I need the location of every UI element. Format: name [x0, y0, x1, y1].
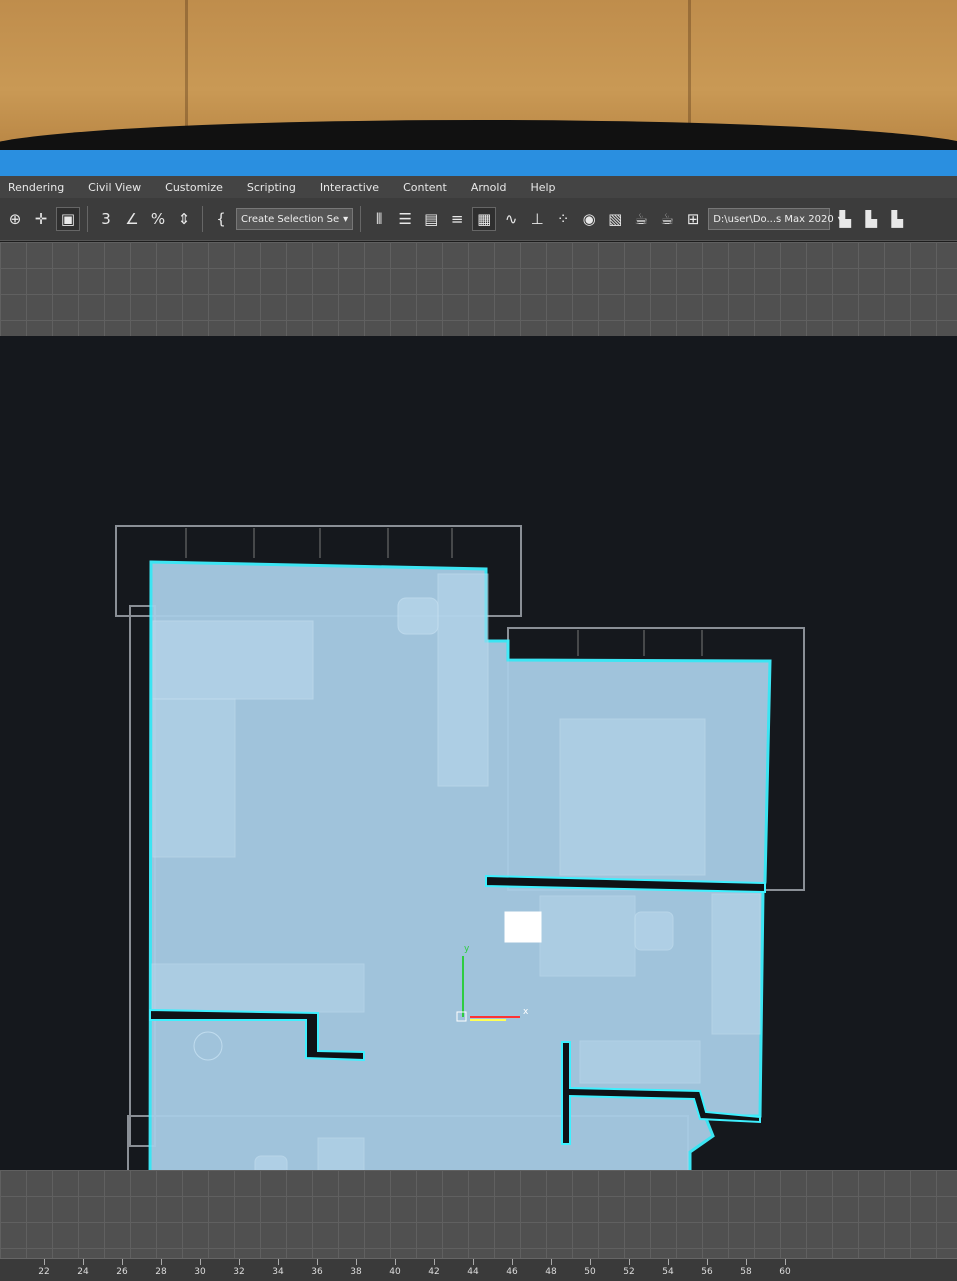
scene-explorer-icon[interactable]: ▤: [420, 208, 442, 230]
ruler-label: 54: [662, 1267, 674, 1277]
render-production-icon[interactable]: ☕: [656, 208, 678, 230]
snap-toggle-icon[interactable]: ⊕: [4, 208, 26, 230]
ruler-label: 38: [350, 1267, 362, 1277]
ruler-label: 40: [389, 1267, 401, 1277]
ruler-label: 24: [77, 1267, 89, 1277]
dope-sheet-icon[interactable]: ⊥: [526, 208, 548, 230]
ruler-label: 36: [311, 1267, 323, 1277]
menu-bar: Rendering Civil View Customize Scripting…: [0, 176, 957, 198]
menu-help[interactable]: Help: [522, 181, 571, 194]
toolbar-separator: [360, 206, 362, 232]
ruler-label: 22: [38, 1267, 50, 1277]
menu-interactive[interactable]: Interactive: [312, 181, 395, 194]
menu-civil-view[interactable]: Civil View: [80, 181, 157, 194]
render-iterative-icon[interactable]: ⊞: [682, 208, 704, 230]
ruler-label: 58: [740, 1267, 752, 1277]
top-viewport[interactable]: y x: [0, 336, 957, 1172]
menu-rendering[interactable]: Rendering: [0, 181, 80, 194]
chevron-down-icon: ▾: [343, 213, 349, 225]
ruler-tick: [512, 1259, 513, 1265]
edit-named-selection-icon[interactable]: {: [210, 208, 232, 230]
selection-set-dropdown[interactable]: Create Selection Se ▾: [236, 208, 354, 230]
timeline-ruler[interactable]: 22 24 26 28 30 32 34 36 38 40 42 44 46 48 50 52 54 56 58 60: [0, 1258, 957, 1281]
project-path-label: D:\user\Do...s Max 2020: [713, 213, 834, 225]
ruler-tick: [356, 1259, 357, 1265]
render-setup-icon[interactable]: ▧: [604, 208, 626, 230]
ruler-label: 56: [701, 1267, 713, 1277]
select-link-icon[interactable]: ▣: [56, 207, 80, 231]
ribbon-toggle-icon[interactable]: ▦: [472, 207, 497, 231]
ruler-label: 26: [116, 1267, 128, 1277]
viewport-grid-bottom: [0, 1170, 957, 1260]
ruler-label: 44: [467, 1267, 479, 1277]
snap-3d-icon[interactable]: 3: [95, 208, 117, 230]
ruler-label: 50: [584, 1267, 596, 1277]
ruler-tick: [239, 1259, 240, 1265]
ruler-tick: [590, 1259, 591, 1265]
rendered-frame-window-icon[interactable]: ☕: [630, 208, 652, 230]
ruler-tick: [707, 1259, 708, 1265]
ruler-label: 42: [428, 1267, 440, 1277]
ruler-tick: [83, 1259, 84, 1265]
ruler-tick: [473, 1259, 474, 1265]
ruler-tick: [785, 1259, 786, 1265]
ruler-tick: [122, 1259, 123, 1265]
ruler-tick: [161, 1259, 162, 1265]
menu-content[interactable]: Content: [395, 181, 463, 194]
ruler-tick: [200, 1259, 201, 1265]
curve-editor-icon[interactable]: ∿: [500, 208, 522, 230]
spinner-snap-icon[interactable]: ⇕: [173, 208, 195, 230]
toolbar-separator: [202, 206, 203, 232]
viewport-grid-top: [0, 242, 957, 337]
angle-snap-icon[interactable]: ∠: [121, 208, 143, 230]
material-editor-icon[interactable]: ◉: [578, 208, 600, 230]
project-folder-icon[interactable]: ▙: [860, 208, 882, 230]
layer-explorer-icon[interactable]: ≡: [446, 208, 468, 230]
project-folder-icon[interactable]: ▙: [886, 208, 908, 230]
ruler-tick: [317, 1259, 318, 1265]
project-folder-icon[interactable]: ▙: [834, 208, 856, 230]
wall-seam: [185, 0, 188, 140]
ruler-tick: [629, 1259, 630, 1265]
app-window: Rendering Civil View Customize Scripting…: [0, 150, 957, 1281]
move-icon[interactable]: ✛: [30, 208, 52, 230]
ruler-tick: [44, 1259, 45, 1265]
ruler-label: 30: [194, 1267, 206, 1277]
align-icon[interactable]: ☰: [394, 208, 416, 230]
menu-customize[interactable]: Customize: [157, 181, 239, 194]
toolbar-separator: [87, 206, 88, 232]
ruler-label: 32: [233, 1267, 245, 1277]
ruler-tick: [278, 1259, 279, 1265]
selection-set-label: Create Selection Se: [241, 213, 340, 225]
ruler-tick: [551, 1259, 552, 1265]
gizmo-x-label: x: [523, 1007, 529, 1017]
gizmo-y-label: y: [464, 944, 470, 954]
floorplan-drawing: y x: [115, 525, 805, 1172]
ruler-tick: [668, 1259, 669, 1265]
wall-seam: [688, 0, 691, 140]
main-toolbar: ⊕ ✛ ▣ 3 ∠ % ⇕ { Create Selection Se ▾ ⫴ …: [0, 198, 957, 241]
ruler-tick: [395, 1259, 396, 1265]
project-path-dropdown[interactable]: D:\user\Do...s Max 2020 ▾: [708, 208, 843, 230]
ruler-tick: [434, 1259, 435, 1265]
ruler-label: 60: [779, 1267, 791, 1277]
ruler-label: 52: [623, 1267, 635, 1277]
ruler-label: 34: [272, 1267, 284, 1277]
percent-snap-icon[interactable]: %: [147, 208, 169, 230]
mirror-icon[interactable]: ⫴: [368, 208, 390, 230]
ruler-label: 46: [506, 1267, 518, 1277]
ruler-label: 48: [545, 1267, 557, 1277]
ruler-label: 28: [155, 1267, 167, 1277]
menu-arnold[interactable]: Arnold: [463, 181, 523, 194]
schematic-view-icon[interactable]: ⁘: [552, 208, 574, 230]
ruler-tick: [746, 1259, 747, 1265]
menu-scripting[interactable]: Scripting: [239, 181, 312, 194]
